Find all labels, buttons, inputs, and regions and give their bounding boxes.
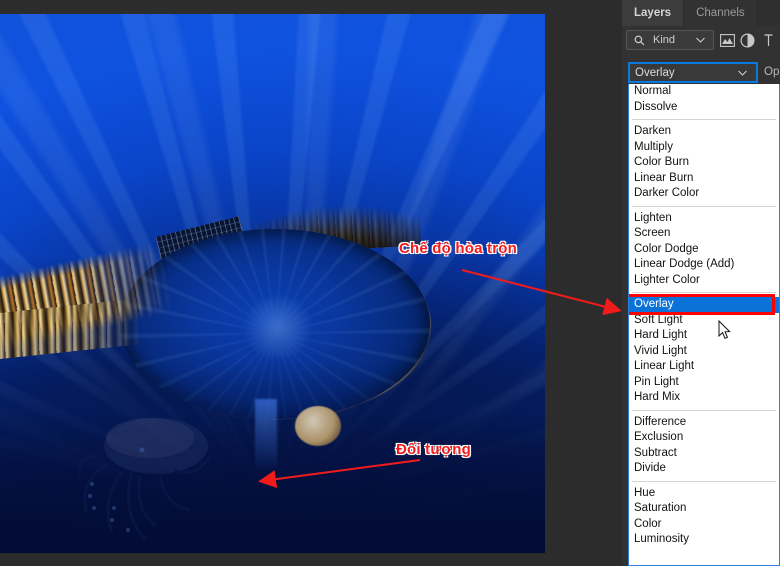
octopus-overlay-icon [78, 412, 258, 553]
dropdown-item-difference[interactable]: Difference [629, 415, 779, 431]
dropdown-separator [629, 288, 779, 297]
tab-layers[interactable]: Layers [622, 0, 684, 26]
search-icon [631, 32, 648, 49]
document-area: Chế độ hòa trộn Đối tượng [0, 0, 622, 566]
dropdown-item-hard-mix[interactable]: Hard Mix [629, 390, 779, 406]
blend-mode-select[interactable]: Overlay [628, 62, 758, 83]
adjustment-layer-icon[interactable] [740, 32, 756, 49]
dropdown-item-subtract[interactable]: Subtract [629, 446, 779, 462]
dropdown-item-divide[interactable]: Divide [629, 461, 779, 477]
type-layer-icon[interactable] [761, 32, 777, 49]
dropdown-item-lighter-color[interactable]: Lighter Color [629, 273, 779, 289]
pixel-layer-icon[interactable] [719, 32, 735, 49]
panel-tab-bar: Layers Channels [622, 0, 780, 26]
blend-mode-value: Overlay [635, 67, 734, 79]
dropdown-item-soft-light[interactable]: Soft Light [629, 313, 779, 329]
dropdown-item-exclusion[interactable]: Exclusion [629, 430, 779, 446]
dropdown-item-pin-light[interactable]: Pin Light [629, 375, 779, 391]
annotation-object: Đối tượng [396, 441, 471, 458]
mouse-cursor [718, 320, 731, 340]
dropdown-separator [629, 202, 779, 211]
chevron-down-icon[interactable] [734, 64, 751, 81]
dropdown-separator [629, 406, 779, 415]
blend-mode-row: Overlay Op... [622, 62, 780, 84]
dropdown-item-color-burn[interactable]: Color Burn [629, 155, 779, 171]
dropdown-item-color[interactable]: Color [629, 517, 779, 533]
tab-channels[interactable]: Channels [684, 0, 758, 26]
filter-kind-select[interactable]: Kind [626, 30, 714, 50]
opacity-label: Op... [764, 66, 780, 78]
dropdown-item-hue[interactable]: Hue [629, 486, 779, 502]
moon-glow [295, 406, 341, 446]
planet-core-glow [238, 297, 319, 358]
photoshop-window: Chế độ hòa trộn Đối tượng Layers Channel… [0, 0, 780, 566]
dropdown-item-darker-color[interactable]: Darker Color [629, 186, 779, 202]
image-canvas[interactable] [0, 14, 545, 553]
dropdown-item-overlay[interactable]: Overlay [629, 297, 779, 313]
dropdown-item-dissolve[interactable]: Dissolve [629, 100, 779, 116]
dropdown-item-multiply[interactable]: Multiply [629, 140, 779, 156]
dropdown-item-saturation[interactable]: Saturation [629, 501, 779, 517]
dropdown-separator [629, 477, 779, 486]
dropdown-item-linear-burn[interactable]: Linear Burn [629, 171, 779, 187]
tab-overflow[interactable] [758, 0, 780, 26]
chevron-down-icon[interactable] [692, 32, 709, 49]
dropdown-item-vivid-light[interactable]: Vivid Light [629, 344, 779, 360]
dropdown-item-darken[interactable]: Darken [629, 124, 779, 140]
ghost-figure [255, 399, 277, 471]
dropdown-separator [629, 115, 779, 124]
dropdown-item-lighten[interactable]: Lighten [629, 211, 779, 227]
dropdown-item-normal[interactable]: Normal [629, 84, 779, 100]
blend-mode-dropdown-list[interactable]: NormalDissolveDarkenMultiplyColor BurnLi… [628, 84, 780, 566]
annotation-blend-mode: Chế độ hòa trộn [399, 240, 517, 257]
layer-filter-bar: Kind [622, 26, 780, 54]
dropdown-item-screen[interactable]: Screen [629, 226, 779, 242]
dropdown-item-luminosity[interactable]: Luminosity [629, 532, 779, 548]
dropdown-item-hard-light[interactable]: Hard Light [629, 328, 779, 344]
dropdown-item-linear-light[interactable]: Linear Light [629, 359, 779, 375]
filter-kind-label: Kind [653, 34, 687, 46]
dropdown-item-color-dodge[interactable]: Color Dodge [629, 242, 779, 258]
dropdown-item-linear-dodge-add[interactable]: Linear Dodge (Add) [629, 257, 779, 273]
